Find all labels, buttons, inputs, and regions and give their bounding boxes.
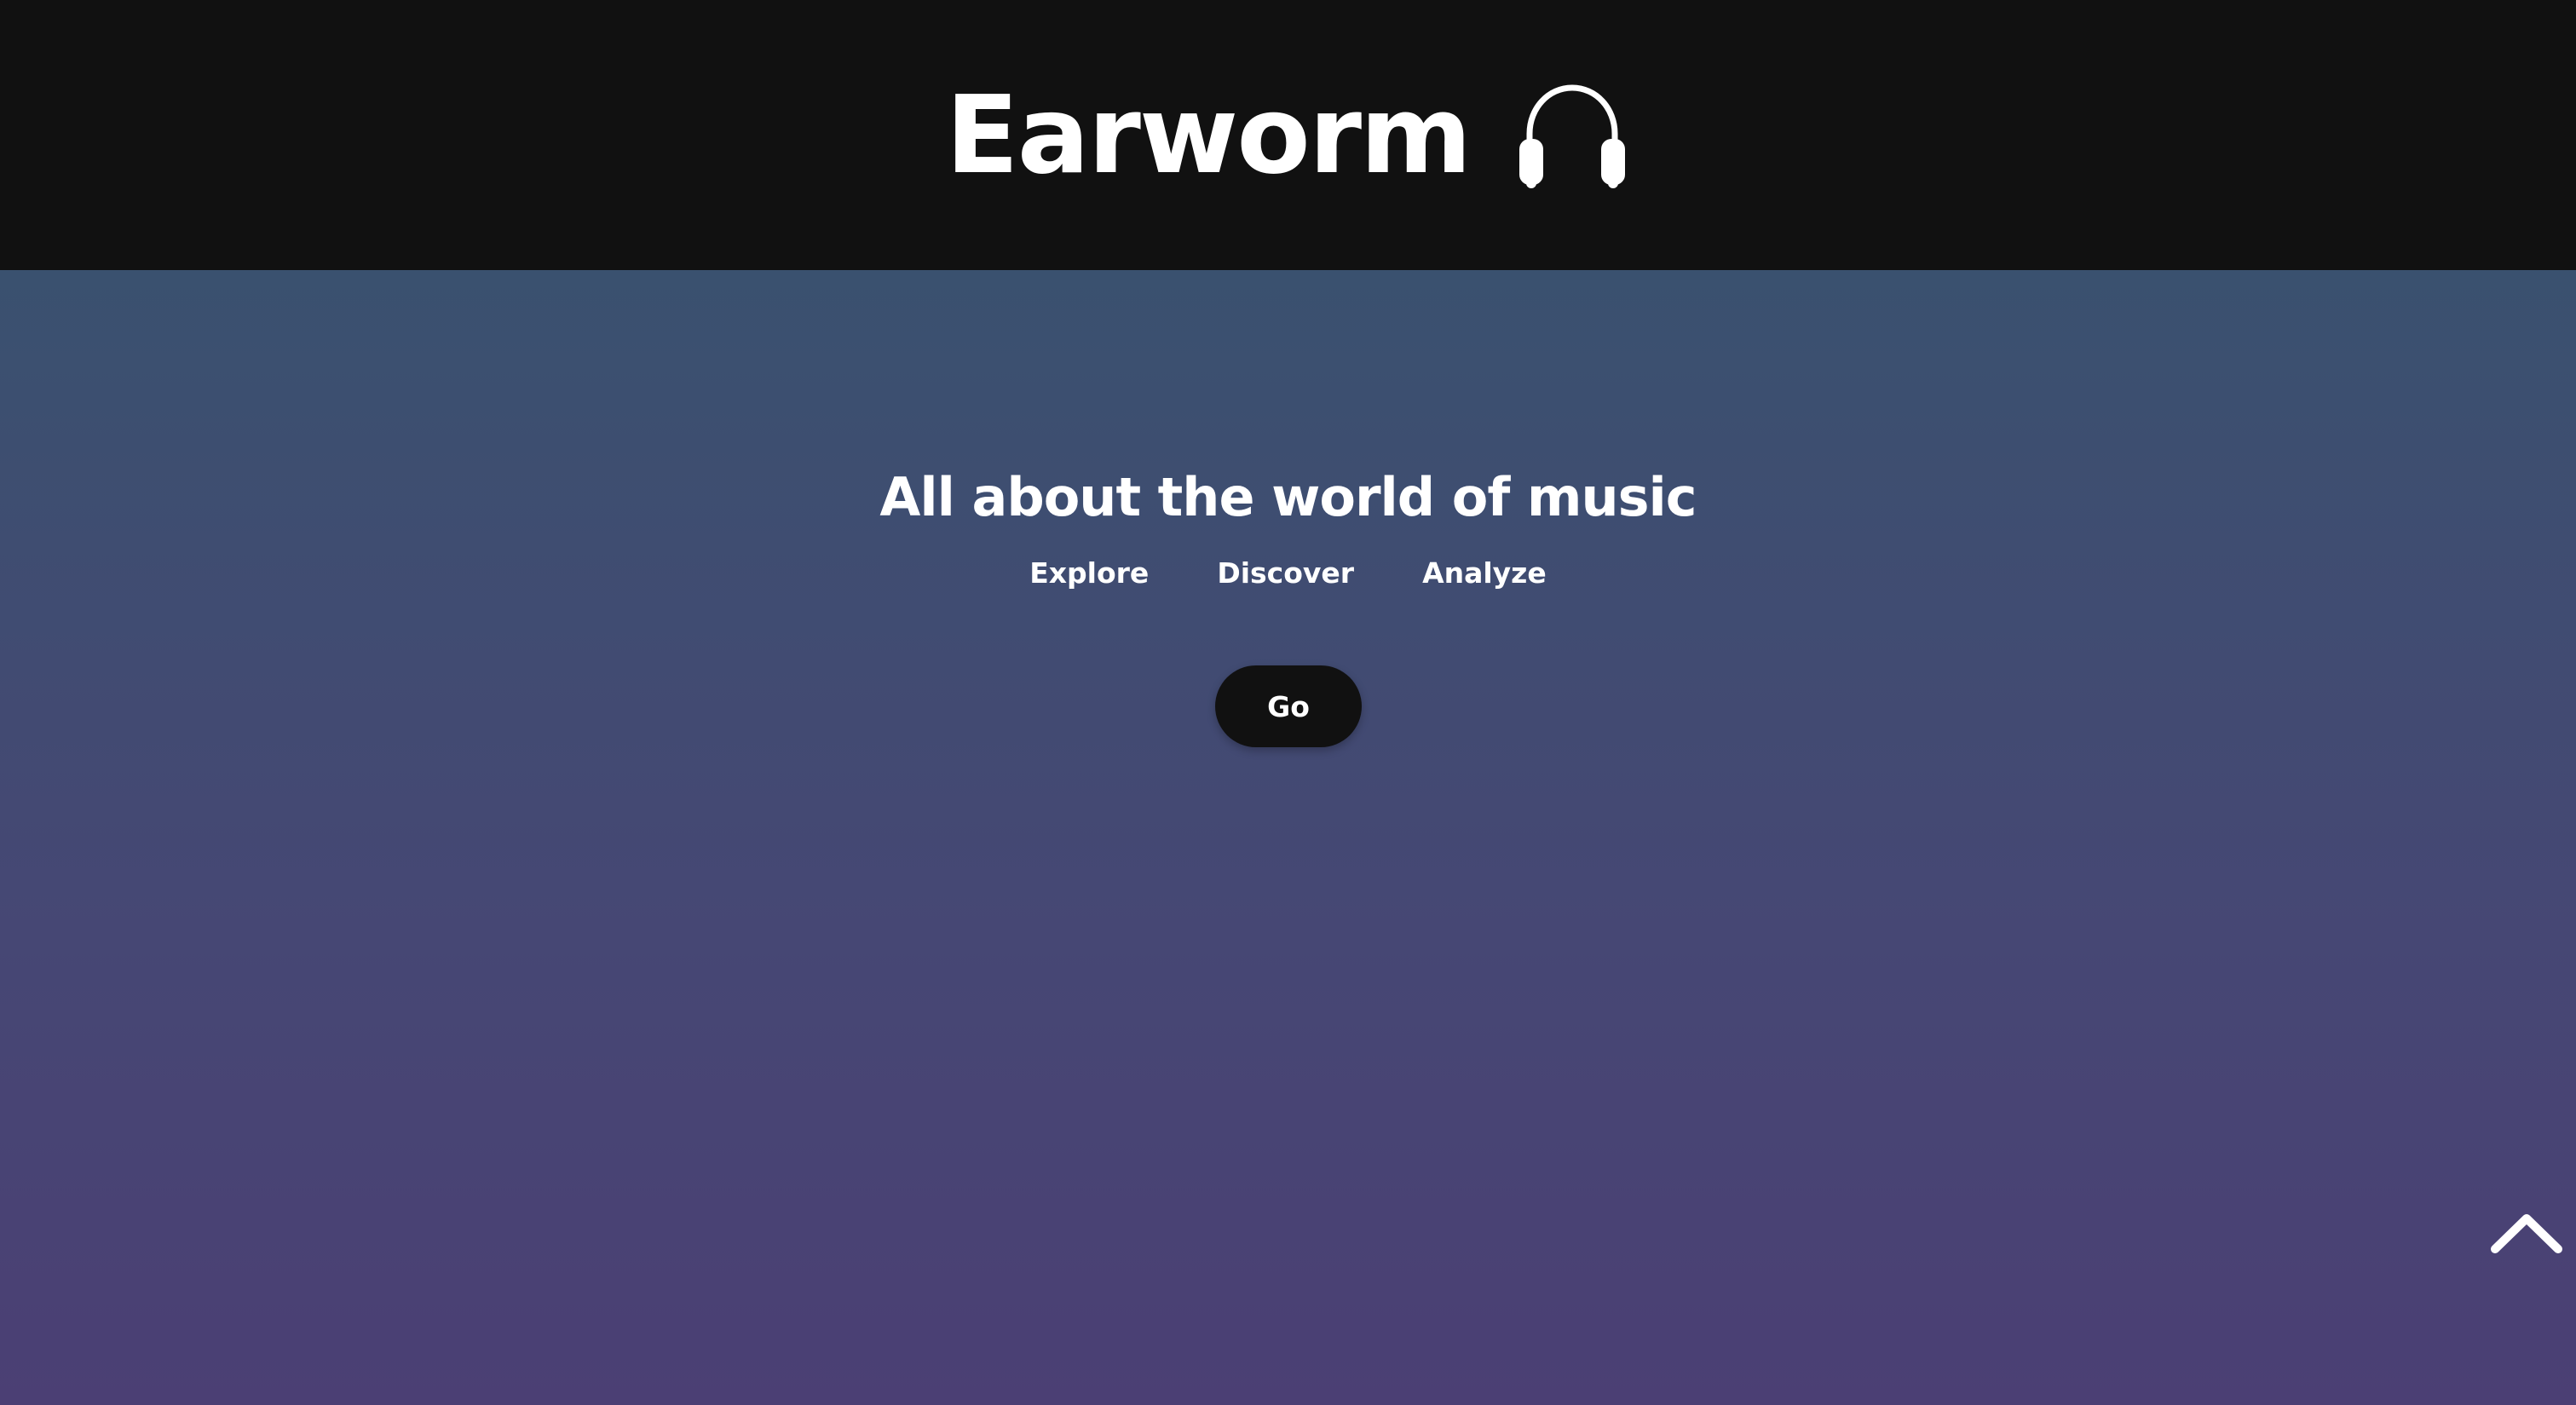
site-title: Earworm <box>945 72 1472 198</box>
scroll-to-top-button[interactable] <box>2488 1203 2565 1263</box>
brand[interactable]: Earworm <box>0 0 2576 270</box>
site-header: Earworm <box>0 0 2576 270</box>
tagline: All about the world of music <box>879 465 1697 528</box>
hero-section: All about the world of music Explore Dis… <box>0 270 2576 1405</box>
nav-link-discover[interactable]: Discover <box>1217 556 1354 590</box>
nav-link-analyze[interactable]: Analyze <box>1422 556 1547 590</box>
chevron-up-icon <box>2491 1214 2562 1253</box>
headphones-icon <box>1519 83 1626 188</box>
hero-nav: Explore Discover Analyze <box>0 543 2576 602</box>
go-button[interactable]: Go <box>1215 665 1362 747</box>
page: Earworm All about the world of music Exp… <box>0 0 2576 1405</box>
nav-link-explore[interactable]: Explore <box>1029 556 1149 590</box>
